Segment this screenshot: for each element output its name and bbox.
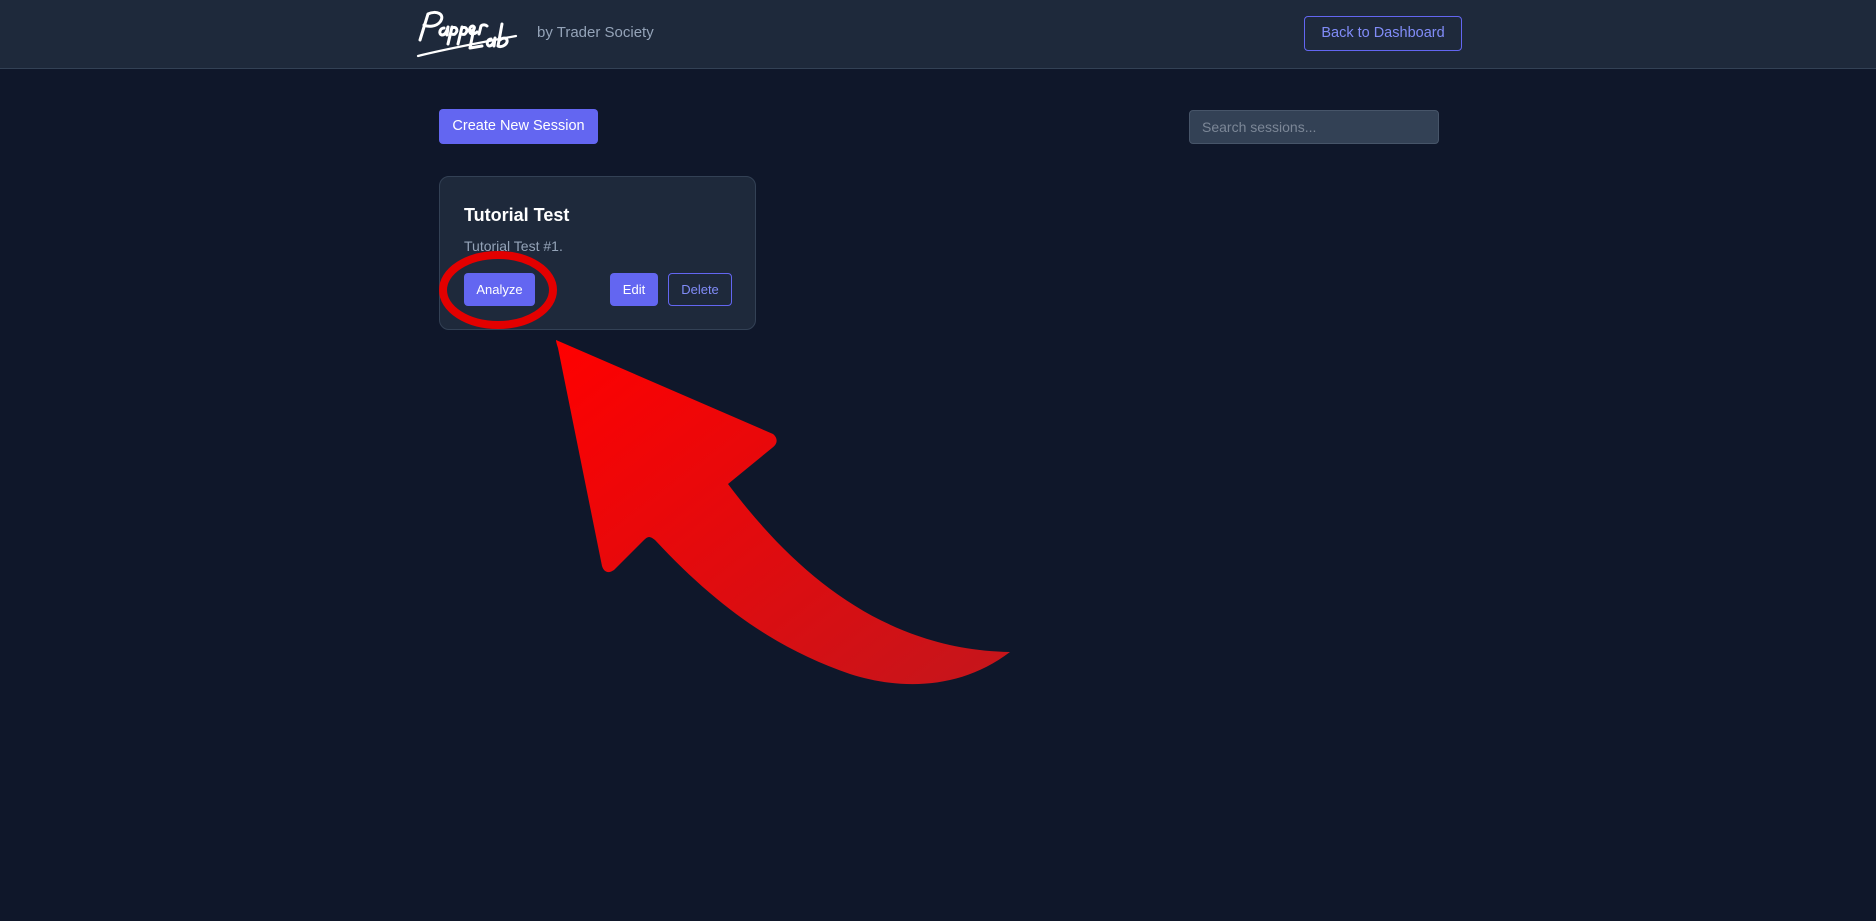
back-to-dashboard-button[interactable]: Back to Dashboard (1304, 16, 1462, 51)
session-manager-page: by Trader Society Back to Dashboard Crea… (0, 0, 1876, 921)
byline-text: by Trader Society (537, 24, 654, 41)
session-title: Tutorial Test (464, 205, 570, 225)
tutorial-annotation-overlay (439, 251, 1010, 685)
delete-button[interactable]: Delete (668, 273, 732, 306)
search-sessions-input[interactable] (1189, 110, 1439, 144)
paper-lab-logo[interactable] (412, 6, 526, 62)
edit-button[interactable]: Edit (610, 273, 658, 306)
curved-arrow-icon (556, 340, 1010, 685)
session-card: Tutorial Test Tutorial Test #1. Analyze … (439, 176, 756, 330)
analyze-button[interactable]: Analyze (464, 273, 535, 306)
top-navigation-bar: by Trader Society Back to Dashboard (0, 0, 1876, 69)
create-new-session-button[interactable]: Create New Session (439, 109, 598, 144)
session-description: Tutorial Test #1. (464, 238, 563, 254)
